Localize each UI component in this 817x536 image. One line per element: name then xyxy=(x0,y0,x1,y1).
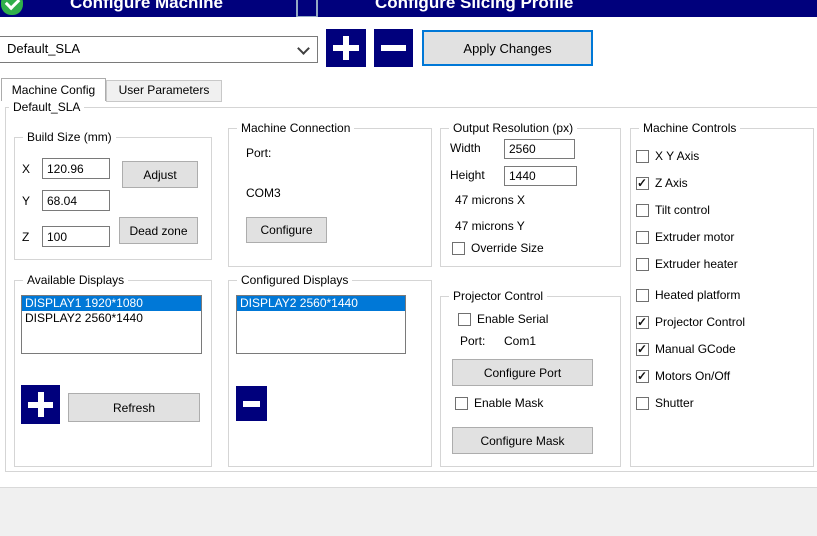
checkbox-shutter[interactable]: Shutter xyxy=(636,396,694,410)
microns-y-label: 47 microns Y xyxy=(455,219,525,233)
checkbox-xy-axis[interactable]: X Y Axis xyxy=(636,149,699,163)
machine-connection-title: Machine Connection xyxy=(237,121,354,135)
checkbox-label: Extruder motor xyxy=(655,230,734,244)
dead-zone-button[interactable]: Dead zone xyxy=(119,217,198,244)
minus-icon xyxy=(243,401,260,407)
projector-control-title: Projector Control xyxy=(449,289,547,303)
checkbox-label: Heated platform xyxy=(655,288,740,302)
checkbox-label: Z Axis xyxy=(655,176,688,190)
checkbox-z-axis[interactable]: Z Axis xyxy=(636,176,688,190)
y-label: Y xyxy=(22,194,30,208)
remove-profile-button[interactable] xyxy=(374,29,413,67)
height-label: Height xyxy=(450,168,485,182)
checkbox-label: Tilt control xyxy=(655,203,710,217)
chevron-down-icon xyxy=(297,42,310,55)
checkbox-motors-onoff[interactable]: Motors On/Off xyxy=(636,369,730,383)
checkbox-icon xyxy=(458,313,471,326)
configure-connection-button[interactable]: Configure xyxy=(246,217,327,243)
y-size-field[interactable] xyxy=(42,190,110,211)
checkbox-manual-gcode[interactable]: Manual GCode xyxy=(636,342,736,356)
app-logo-icon xyxy=(1,0,23,15)
checkbox-label: Motors On/Off xyxy=(655,369,730,383)
checkbox-override-size[interactable]: Override Size xyxy=(452,241,544,255)
available-displays-list[interactable]: DISPLAY1 1920*1080 DISPLAY2 2560*1440 xyxy=(21,295,202,354)
machine-groupbox-title: Default_SLA xyxy=(9,100,84,114)
checkbox-projector-control[interactable]: Projector Control xyxy=(636,315,745,329)
port-label: Port: xyxy=(246,146,271,160)
checkbox-icon xyxy=(636,370,649,383)
list-item[interactable]: DISPLAY2 2560*1440 xyxy=(22,311,201,326)
tab-user-parameters[interactable]: User Parameters xyxy=(106,80,222,102)
list-item[interactable]: DISPLAY2 2560*1440 xyxy=(237,296,405,311)
checkbox-icon xyxy=(455,397,468,410)
adjust-button[interactable]: Adjust xyxy=(122,161,198,188)
header-configure-slicing-profile[interactable]: Configure Slicing Profile xyxy=(375,0,573,13)
configured-displays-list[interactable]: DISPLAY2 2560*1440 xyxy=(236,295,406,354)
projector-port-value: Com1 xyxy=(504,334,536,348)
microns-x-label: 47 microns X xyxy=(455,193,525,207)
z-size-field[interactable] xyxy=(42,226,110,247)
z-label: Z xyxy=(22,230,29,244)
header-configure-machine[interactable]: Configure Machine xyxy=(70,0,223,13)
projector-port-label: Port: xyxy=(460,334,485,348)
checkbox-tilt-control[interactable]: Tilt control xyxy=(636,203,710,217)
checkbox-extruder-heater[interactable]: Extruder heater xyxy=(636,257,738,271)
checkbox-label: Shutter xyxy=(655,396,694,410)
checkbox-label: Override Size xyxy=(471,241,544,255)
top-header-bar: Configure Machine Configure Slicing Prof… xyxy=(0,0,817,17)
checkbox-heated-platform[interactable]: Heated platform xyxy=(636,288,740,302)
checkbox-extruder-motor[interactable]: Extruder motor xyxy=(636,230,734,244)
height-field[interactable] xyxy=(504,166,577,186)
x-size-field[interactable] xyxy=(42,158,110,179)
width-label: Width xyxy=(450,141,481,155)
x-label: X xyxy=(22,162,30,176)
refresh-displays-button[interactable]: Refresh xyxy=(68,393,200,422)
checkbox-enable-serial[interactable]: Enable Serial xyxy=(458,312,548,326)
checkbox-icon xyxy=(636,343,649,356)
checkbox-icon xyxy=(636,289,649,302)
build-size-title: Build Size (mm) xyxy=(23,130,116,144)
checkbox-icon xyxy=(636,316,649,329)
checkbox-icon xyxy=(636,397,649,410)
configure-port-button[interactable]: Configure Port xyxy=(452,359,593,386)
checkbox-icon xyxy=(636,150,649,163)
configure-mask-button[interactable]: Configure Mask xyxy=(452,427,593,454)
width-field[interactable] xyxy=(504,139,575,159)
checkbox-label: Projector Control xyxy=(655,315,745,329)
checkbox-icon xyxy=(636,177,649,190)
tab-machine-config[interactable]: Machine Config xyxy=(1,78,106,101)
minus-icon xyxy=(381,45,406,51)
output-resolution-title: Output Resolution (px) xyxy=(449,121,577,135)
port-value: COM3 xyxy=(246,186,281,200)
add-display-button[interactable] xyxy=(21,385,60,424)
checkbox-label: Manual GCode xyxy=(655,342,736,356)
checkbox-icon xyxy=(636,258,649,271)
configured-displays-title: Configured Displays xyxy=(237,273,352,287)
machine-controls-title: Machine Controls xyxy=(639,121,740,135)
bottom-spacer xyxy=(0,488,817,536)
remove-display-button[interactable] xyxy=(236,386,267,421)
apply-changes-button[interactable]: Apply Changes xyxy=(422,30,593,66)
checkbox-icon xyxy=(636,204,649,217)
app-window: Configure Machine Configure Slicing Prof… xyxy=(0,0,817,536)
list-item[interactable]: DISPLAY1 1920*1080 xyxy=(22,296,201,311)
checkbox-icon xyxy=(636,231,649,244)
profile-select-value: Default_SLA xyxy=(7,41,80,56)
checkbox-icon xyxy=(452,242,465,255)
checkbox-enable-mask[interactable]: Enable Mask xyxy=(455,396,543,410)
profile-select[interactable]: Default_SLA xyxy=(0,36,318,63)
add-profile-button[interactable] xyxy=(326,29,366,67)
checkbox-label: Extruder heater xyxy=(655,257,738,271)
checkbox-label: Enable Mask xyxy=(474,396,543,410)
checkbox-label: X Y Axis xyxy=(655,149,699,163)
checkbox-label: Enable Serial xyxy=(477,312,548,326)
available-displays-title: Available Displays xyxy=(23,273,128,287)
slicing-profile-icon xyxy=(296,0,318,17)
